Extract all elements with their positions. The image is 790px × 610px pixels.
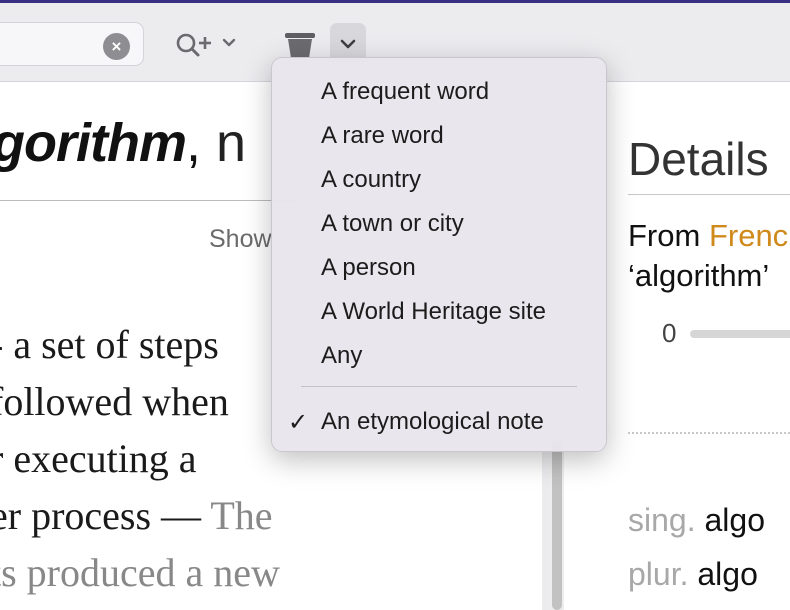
zoom-plus-icon [176, 33, 236, 57]
menu-item-any[interactable]: Any [321, 342, 362, 370]
slider-min-label: 0 [662, 318, 677, 348]
show-link[interactable]: Show [209, 225, 272, 254]
scrollbar-thumb[interactable] [552, 440, 562, 610]
details-divider [628, 194, 790, 195]
etymology-quote: ‘algorithm’ [628, 258, 770, 293]
clear-search-icon[interactable]: × [103, 33, 130, 60]
definition-line: er process — The [0, 487, 548, 544]
etymology-origin: From Frenc [628, 218, 788, 254]
example-text: The [201, 493, 273, 538]
headword-text: gorithm [0, 113, 187, 173]
menu-item-town-or-city[interactable]: A town or city [321, 210, 464, 238]
inflection-plural: plur. algo [628, 556, 758, 593]
from-label: From [628, 218, 709, 253]
inflection-value: algo [695, 502, 765, 538]
origin-language-link[interactable]: Frenc [709, 218, 788, 253]
example-line: ts produced a new [0, 550, 280, 595]
menu-item-rare-word[interactable]: A rare word [321, 122, 444, 150]
zoom-menu-button[interactable] [174, 31, 244, 61]
headword-comma: , [185, 113, 201, 173]
menu-item-country[interactable]: A country [321, 166, 421, 194]
menu-item-etymological-note[interactable]: An etymological note [321, 408, 544, 436]
part-of-speech: n [201, 113, 247, 173]
inflection-value: algo [688, 556, 758, 592]
checkmark-icon: ✓ [288, 409, 309, 436]
headword-divider [0, 200, 300, 201]
frequency-slider[interactable] [690, 330, 790, 338]
menu-item-frequent-word[interactable]: A frequent word [321, 78, 489, 106]
details-title: Details [628, 133, 769, 185]
inflection-singular: sing. algo [628, 502, 765, 539]
inflection-label: plur. [628, 556, 689, 592]
definition-text: er process — [0, 493, 202, 538]
lookup-type-menu: A frequent word A rare word A country A … [271, 57, 607, 452]
menu-separator [301, 386, 577, 387]
menu-item-person[interactable]: A person [321, 254, 416, 282]
dotted-separator [628, 432, 790, 434]
menu-item-world-heritage-site[interactable]: A World Heritage site [321, 298, 546, 326]
entry-headword: gorithm, n [0, 112, 246, 174]
inflection-label: sing. [628, 502, 696, 538]
